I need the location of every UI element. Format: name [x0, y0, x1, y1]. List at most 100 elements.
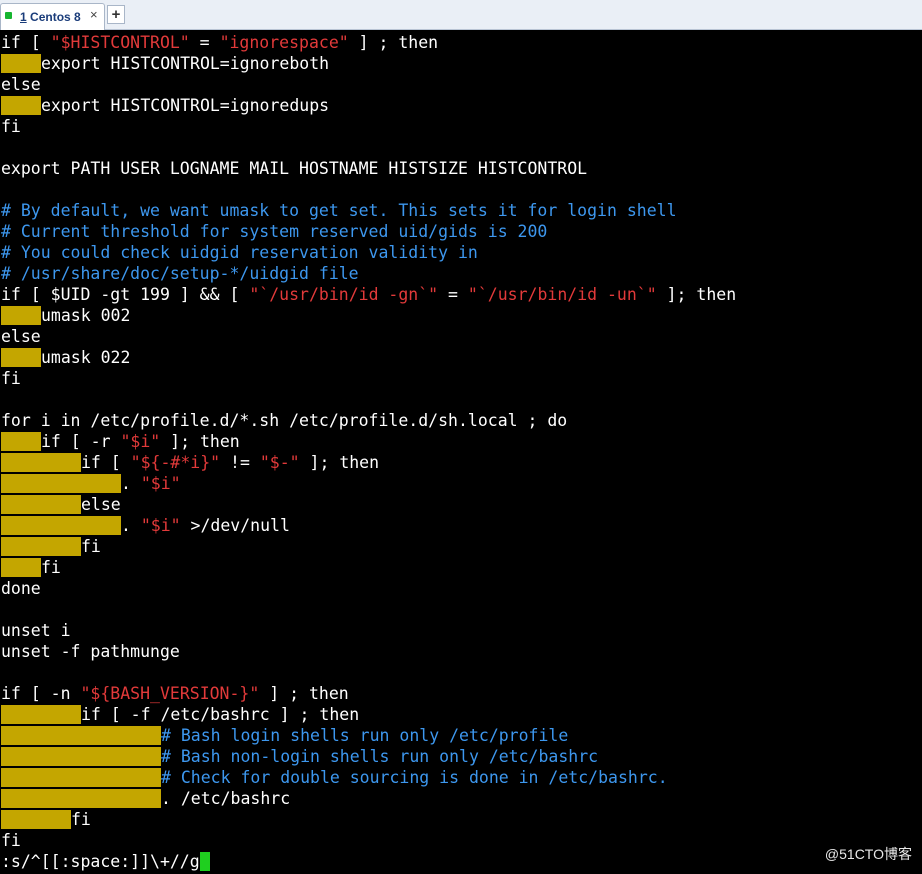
- indent-highlight: [1, 789, 161, 808]
- terminal-line: export HISTCONTROL=ignoredups: [1, 95, 329, 116]
- terminal-line: fi: [1, 536, 101, 557]
- indent-highlight: [1, 432, 41, 451]
- comment-text: # /usr/share/doc/setup-*/uidgid file: [1, 264, 359, 283]
- code-text: export HISTCONTROL=ignoredups: [41, 96, 330, 115]
- comment-text: # You could check uidgid reservation val…: [1, 243, 478, 262]
- close-tab-icon[interactable]: ×: [90, 7, 98, 22]
- terminal-line: fi: [1, 809, 91, 830]
- terminal-line: for i in /etc/profile.d/*.sh /etc/profil…: [1, 410, 567, 431]
- code-text: fi: [1, 117, 21, 136]
- code-text: =: [189, 33, 220, 52]
- code-text: umask 022: [41, 348, 131, 367]
- code-text: ] ; then: [259, 684, 349, 703]
- terminal-screen[interactable]: if [ "$HISTCONTROL" = "ignorespace" ] ; …: [1, 32, 922, 874]
- indent-highlight: [1, 747, 161, 766]
- string-literal: "${-#*i}": [130, 453, 221, 472]
- terminal-line: if [ $UID -gt 199 ] && [ "`/usr/bin/id -…: [1, 284, 736, 305]
- terminal-line: # Check for double sourcing is done in /…: [1, 767, 668, 788]
- terminal-line: . "$i" >/dev/null: [1, 515, 290, 536]
- text-cursor: [199, 852, 210, 871]
- new-tab-button[interactable]: +: [107, 5, 125, 24]
- code-text: ]; then: [160, 432, 240, 451]
- code-text: if [ -r: [41, 432, 121, 451]
- indent-highlight: [1, 768, 161, 787]
- comment-text: # Bash login shells run only /etc/profil…: [161, 726, 569, 745]
- indent-highlight: [1, 348, 41, 367]
- terminal-line: unset -f pathmunge: [1, 641, 180, 662]
- code-text: unset -f pathmunge: [1, 642, 180, 661]
- string-literal: "$i": [140, 474, 181, 493]
- terminal-line: else: [1, 494, 121, 515]
- terminal-line: if [ -n "${BASH_VERSION-}" ] ; then: [1, 683, 349, 704]
- code-text: else: [81, 495, 121, 514]
- code-text: .: [121, 474, 141, 493]
- terminal-line: fi: [1, 830, 21, 851]
- terminal-line: # By default, we want umask to get set. …: [1, 200, 677, 221]
- code-text: fi: [81, 537, 101, 556]
- tab-title: 1 Centos 8: [20, 10, 81, 24]
- code-text: ]; then: [656, 285, 737, 304]
- indent-highlight: [1, 474, 121, 493]
- string-literal: "${BASH_VERSION-}": [80, 684, 260, 703]
- code-text: :s/^[[:space:]]\+//g: [1, 852, 200, 871]
- indent-highlight: [1, 96, 41, 115]
- code-text: unset i: [1, 621, 71, 640]
- code-text: if [ -n: [1, 684, 81, 703]
- terminal-line: # Bash non-login shells run only /etc/ba…: [1, 746, 598, 767]
- terminal-line: . "$i": [1, 473, 181, 494]
- code-text: for i in /etc/profile.d/*.sh /etc/profil…: [1, 411, 568, 430]
- terminal-line: fi: [1, 557, 61, 578]
- indent-highlight: [1, 726, 161, 745]
- code-text: done: [1, 579, 41, 598]
- indent-highlight: [1, 558, 41, 577]
- code-text: fi: [41, 558, 61, 577]
- indent-highlight: [1, 453, 81, 472]
- string-literal: "$i": [120, 432, 161, 451]
- terminal-line: fi: [1, 368, 21, 389]
- string-literal: "`/usr/bin/id -gn`": [249, 285, 439, 304]
- code-text: . /etc/bashrc: [161, 789, 291, 808]
- terminal-line: if [ -f /etc/bashrc ] ; then: [1, 704, 359, 725]
- indent-highlight: [1, 54, 41, 73]
- code-text: fi: [1, 369, 21, 388]
- string-literal: "$-": [259, 453, 300, 472]
- terminal-line: export PATH USER LOGNAME MAIL HOSTNAME H…: [1, 158, 587, 179]
- indent-highlight: [1, 537, 81, 556]
- code-text: umask 002: [41, 306, 131, 325]
- comment-text: # By default, we want umask to get set. …: [1, 201, 677, 220]
- terminal-line: if [ "${-#*i}" != "$-" ]; then: [1, 452, 379, 473]
- terminal-line: fi: [1, 116, 21, 137]
- terminal-line: :s/^[[:space:]]\+//g: [1, 851, 210, 872]
- connection-status-icon: [5, 12, 12, 19]
- terminal-line: unset i: [1, 620, 71, 641]
- code-text: .: [121, 516, 141, 535]
- code-text: fi: [1, 831, 21, 850]
- terminal-line: # /usr/share/doc/setup-*/uidgid file: [1, 263, 359, 284]
- string-literal: "ignorespace": [219, 33, 349, 52]
- terminal-line: umask 002: [1, 305, 130, 326]
- indent-highlight: [1, 516, 121, 535]
- watermark: @51CTO博客: [824, 846, 912, 862]
- terminal-line: if [ "$HISTCONTROL" = "ignorespace" ] ; …: [1, 32, 438, 53]
- comment-text: # Check for double sourcing is done in /…: [161, 768, 668, 787]
- terminal-line: # Bash login shells run only /etc/profil…: [1, 725, 568, 746]
- terminal-line: # You could check uidgid reservation val…: [1, 242, 478, 263]
- string-literal: "$i": [140, 516, 181, 535]
- terminal-line: if [ -r "$i" ]; then: [1, 431, 240, 452]
- code-text: if [: [1, 33, 51, 52]
- indent-highlight: [1, 705, 81, 724]
- code-text: ]; then: [299, 453, 380, 472]
- tab-bar: 1 Centos 8 × +: [0, 0, 922, 30]
- code-text: !=: [220, 453, 260, 472]
- code-text: if [: [81, 453, 131, 472]
- code-text: else: [1, 75, 41, 94]
- indent-highlight: [1, 495, 81, 514]
- code-text: else: [1, 327, 41, 346]
- terminal-line: # Current threshold for system reserved …: [1, 221, 547, 242]
- comment-text: # Bash non-login shells run only /etc/ba…: [161, 747, 599, 766]
- string-literal: "`/usr/bin/id -un`": [467, 285, 657, 304]
- terminal-line: else: [1, 74, 41, 95]
- code-text: fi: [71, 810, 91, 829]
- terminal-line: export HISTCONTROL=ignoreboth: [1, 53, 329, 74]
- tab-centos-8[interactable]: 1 Centos 8 ×: [0, 3, 105, 30]
